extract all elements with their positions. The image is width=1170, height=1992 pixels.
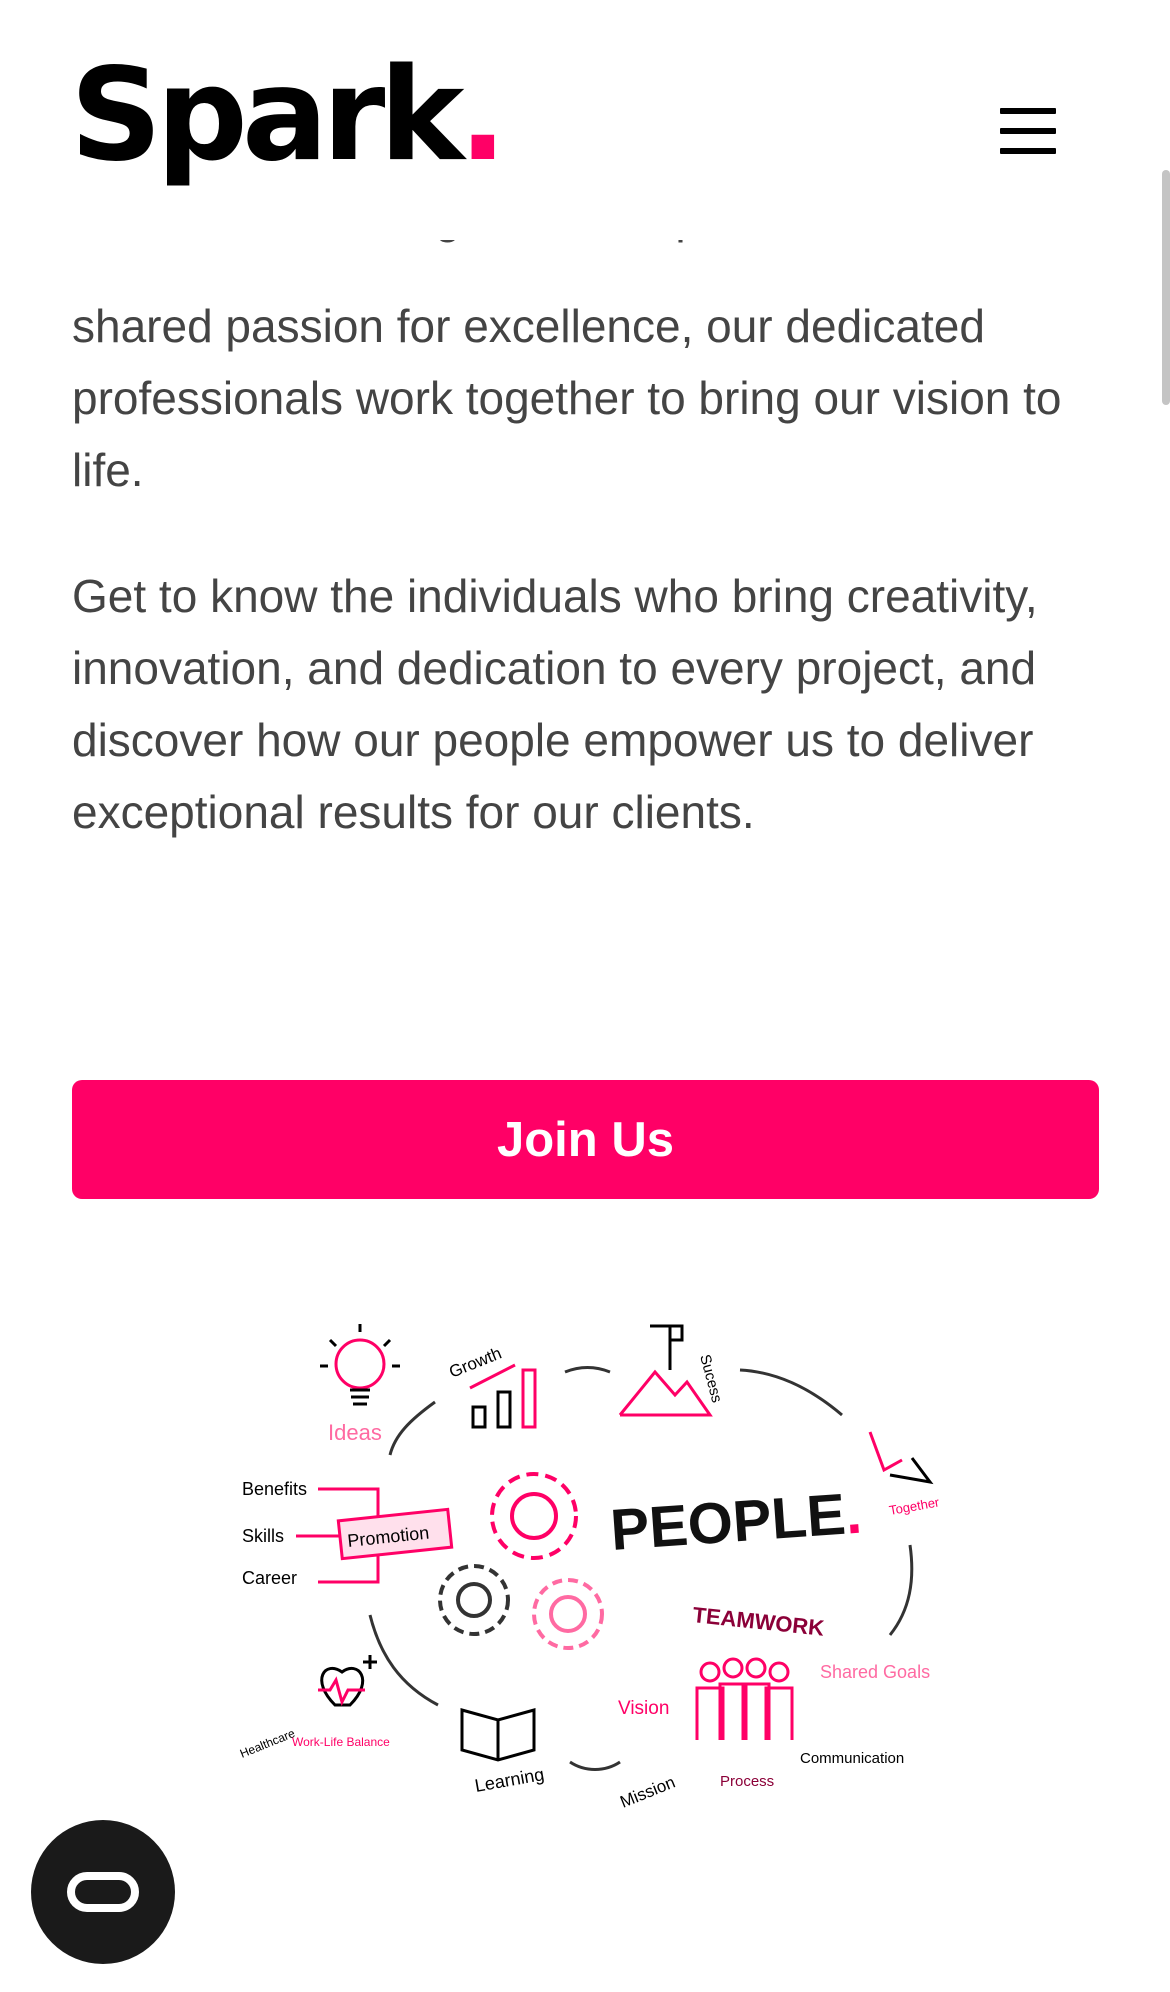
label-shared-goals: Shared Goals: [820, 1662, 930, 1682]
label-vision: Vision: [618, 1698, 669, 1719]
label-learning: Learning: [473, 1764, 545, 1796]
label-benefits: Benefits: [242, 1479, 307, 1499]
hamburger-menu-icon[interactable]: [1000, 108, 1058, 154]
gears-icon: [438, 1472, 604, 1650]
join-us-button[interactable]: Join Us: [72, 1080, 1099, 1199]
logo[interactable]: Spark.: [70, 52, 507, 180]
paragraph-1: shared passion for excellence, our dedic…: [72, 300, 1062, 496]
team-people-icon: [695, 1657, 794, 1740]
site-header: Spark.: [0, 0, 1170, 240]
label-teamwork: TEAMWORK: [691, 1602, 825, 1641]
label-mission: Mission: [617, 1773, 678, 1812]
label-together: Together: [888, 1494, 941, 1518]
lightbulb-icon: [320, 1324, 400, 1406]
label-skills: Skills: [242, 1526, 284, 1546]
label-communication: Communication: [800, 1750, 904, 1767]
chat-widget-button[interactable]: [31, 1820, 175, 1964]
label-process: Process: [720, 1773, 774, 1790]
people-illustration: Ideas Growth Sucess Together Benefits Sk…: [238, 1324, 941, 1812]
chat-widget-icon: [67, 1872, 139, 1912]
scrollbar[interactable]: [1162, 170, 1170, 405]
mountain-flag-icon: [618, 1324, 713, 1417]
label-work-life-balance: Work-Life Balance: [292, 1735, 390, 1749]
main-content: shared passion for excellence, our dedic…: [72, 228, 1112, 902]
label-healthcare: Healthcare: [238, 1726, 297, 1761]
label-success: Sucess: [696, 1353, 725, 1405]
hands-together-icon: [868, 1431, 934, 1485]
heart-health-icon: [318, 1655, 377, 1707]
book-icon: [460, 1708, 536, 1762]
people-title: PEOPLE.: [608, 1481, 863, 1563]
growth-chart-icon: [469, 1363, 537, 1429]
label-ideas: Ideas: [328, 1420, 382, 1445]
paragraph-2: Get to know the individuals who bring cr…: [72, 570, 1038, 838]
label-career: Career: [242, 1568, 297, 1588]
